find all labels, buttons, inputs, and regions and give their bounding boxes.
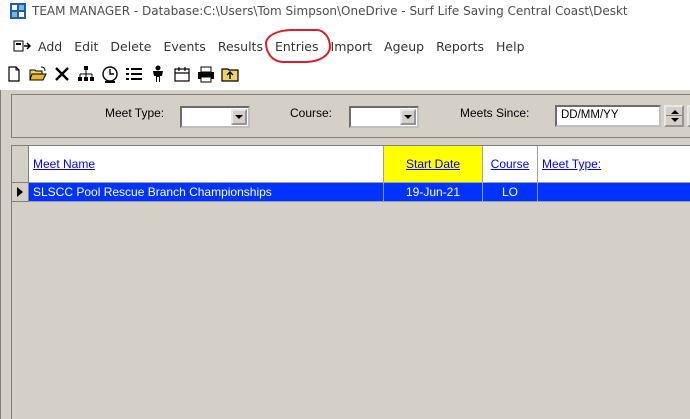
col-header-meet-type-label: Meet Type: xyxy=(542,157,602,171)
print-button[interactable] xyxy=(195,63,217,85)
chevron-down-icon xyxy=(235,115,243,119)
cell-start-date[interactable]: 19-Jun-21 xyxy=(384,183,483,202)
calendar-button[interactable] xyxy=(171,63,193,85)
menu-ageup[interactable]: Ageup xyxy=(384,38,424,55)
meet-type-label: Meet Type: xyxy=(105,106,165,120)
list-button[interactable] xyxy=(123,63,145,85)
calendar-icon xyxy=(174,67,190,82)
grid-corner xyxy=(12,146,29,183)
delete-x-icon xyxy=(55,67,69,81)
meets-grid: Meet Name Start Date Course Meet Type: S… xyxy=(11,145,690,419)
meet-type-dropdown-button[interactable] xyxy=(231,109,247,125)
swimmer-button[interactable] xyxy=(147,63,169,85)
col-header-meet-name[interactable]: Meet Name xyxy=(29,146,384,183)
menu-app-icon[interactable] xyxy=(13,39,31,53)
menu-help[interactable]: Help xyxy=(496,38,525,55)
new-button[interactable] xyxy=(3,63,25,85)
meets-since-label: Meets Since: xyxy=(460,106,530,120)
col-header-course[interactable]: Course xyxy=(483,146,538,183)
course-dropdown-button[interactable] xyxy=(400,109,416,125)
course-label: Course: xyxy=(290,106,333,120)
delete-button[interactable] xyxy=(51,63,73,85)
menu-edit[interactable]: Edit xyxy=(74,38,98,55)
menu-entries[interactable]: Entries xyxy=(264,28,331,63)
team-manager-app-icon xyxy=(10,3,26,19)
toolbar xyxy=(0,60,690,88)
meet-type-select[interactable] xyxy=(180,106,250,128)
row-pointer-icon xyxy=(17,187,23,197)
team-button[interactable] xyxy=(75,63,97,85)
window-title: TEAM MANAGER - Database:C:\Users\Tom Sim… xyxy=(32,4,628,18)
menu-events[interactable]: Events xyxy=(164,38,206,55)
cell-meet-type[interactable] xyxy=(538,183,690,202)
meets-panel: Meet Type: Course: Meets Since: DD/MM/YY… xyxy=(0,90,690,419)
col-header-start-date-label: Start Date xyxy=(405,157,461,171)
menu-reports[interactable]: Reports xyxy=(436,38,484,55)
filter-bar: Meet Type: Course: Meets Since: DD/MM/YY xyxy=(11,94,690,138)
new-document-icon xyxy=(8,66,20,82)
cell-course[interactable]: LO xyxy=(483,183,538,202)
swimmer-icon xyxy=(153,65,163,82)
import-folder-icon xyxy=(221,68,239,82)
time-button[interactable] xyxy=(99,63,121,85)
col-header-meet-type[interactable]: Meet Type: xyxy=(538,146,690,183)
chevron-down-icon xyxy=(404,115,412,119)
menu-delete[interactable]: Delete xyxy=(110,38,151,55)
clock-icon xyxy=(102,66,118,83)
menu-results[interactable]: Results xyxy=(218,38,263,55)
menu-import[interactable]: Import xyxy=(331,38,373,55)
col-header-course-label: Course xyxy=(490,157,530,171)
title-bar: TEAM MANAGER - Database:C:\Users\Tom Sim… xyxy=(0,0,690,22)
row-selector[interactable] xyxy=(12,183,29,202)
col-header-meet-name-label: Meet Name xyxy=(33,157,96,171)
spinner-divider xyxy=(666,115,682,116)
spin-down-icon[interactable] xyxy=(671,118,679,122)
list-icon xyxy=(126,68,142,80)
cell-meet-name[interactable]: SLSCC Pool Rescue Branch Championships xyxy=(29,183,384,202)
open-folder-icon xyxy=(29,66,47,81)
meets-since-date-input[interactable]: DD/MM/YY xyxy=(555,105,661,127)
spin-up-icon[interactable] xyxy=(671,110,679,114)
menu-bar: Add Edit Delete Events Results Entries I… xyxy=(0,28,690,63)
import-button[interactable] xyxy=(219,63,241,85)
date-spinner[interactable] xyxy=(664,105,684,127)
course-select[interactable] xyxy=(349,106,419,128)
open-button[interactable] xyxy=(27,63,49,85)
team-tree-icon xyxy=(78,66,94,81)
menu-add[interactable]: Add xyxy=(38,38,62,55)
printer-icon xyxy=(198,66,214,83)
col-header-start-date[interactable]: Start Date xyxy=(384,146,483,183)
menu-entries-label: Entries xyxy=(274,38,319,54)
